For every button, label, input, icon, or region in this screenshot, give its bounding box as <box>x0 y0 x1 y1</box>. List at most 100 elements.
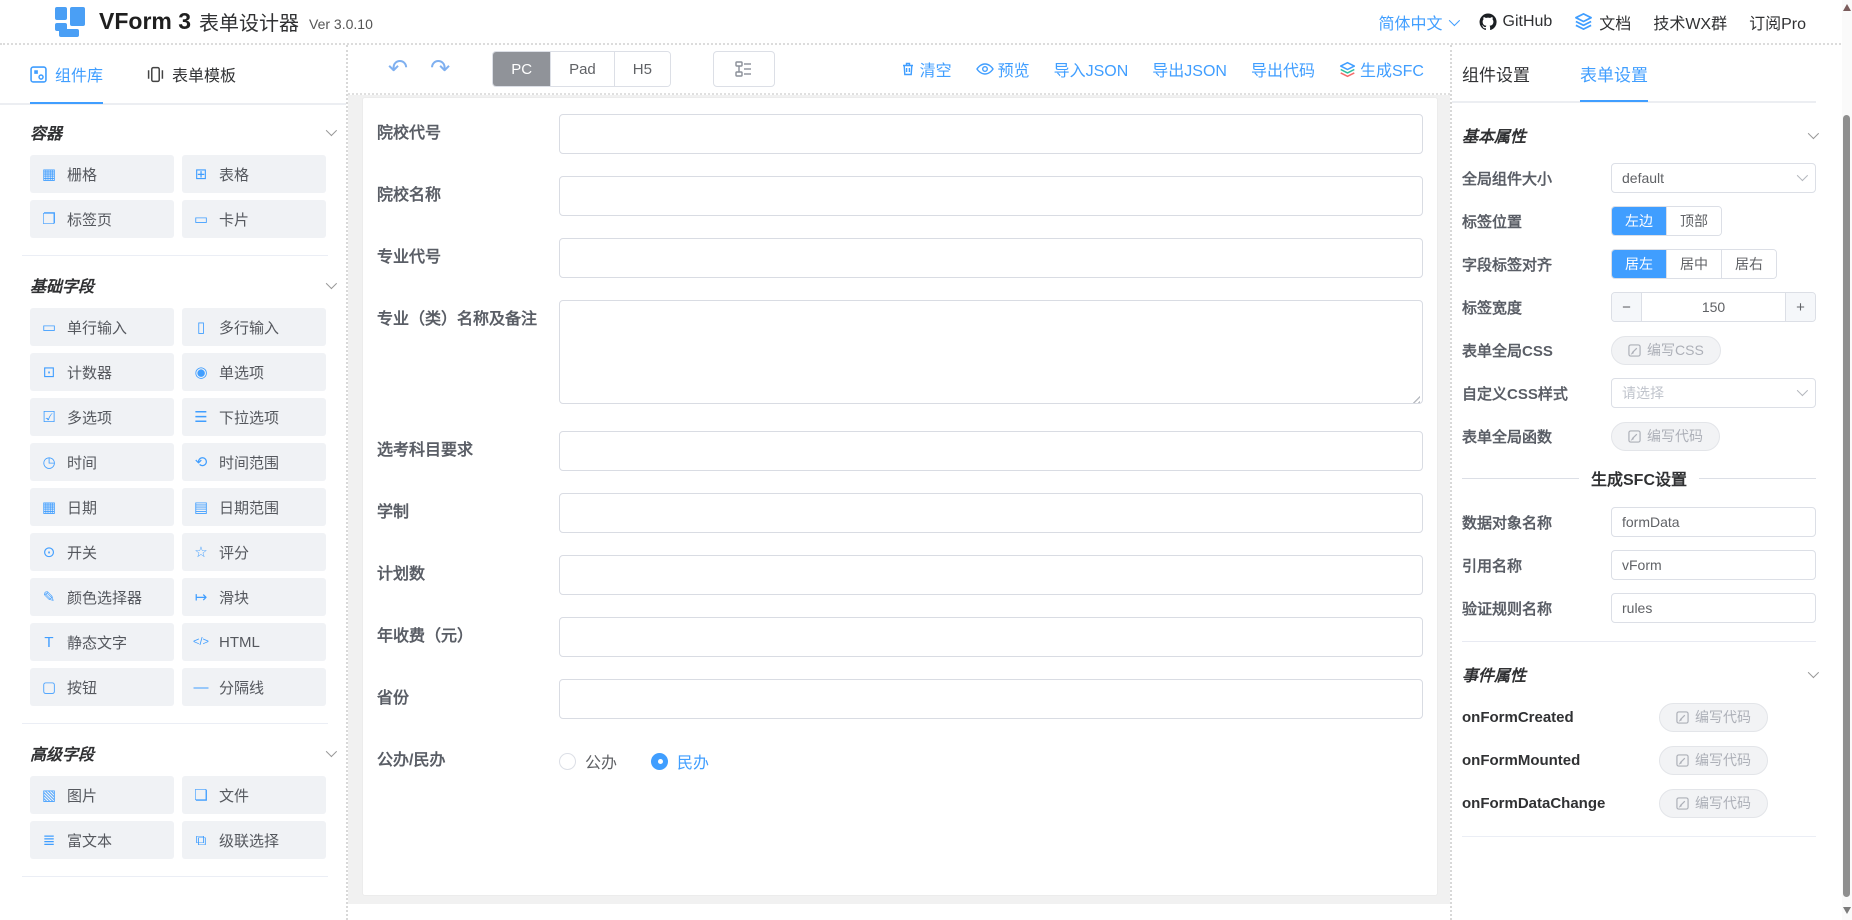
radio-option-public[interactable]: 公办 <box>559 749 617 773</box>
school-name-input[interactable] <box>559 176 1423 216</box>
sidebar-item-slider[interactable]: ↦滑块 <box>182 578 326 616</box>
export-json-button[interactable]: 导出JSON <box>1152 57 1227 81</box>
form-field-school-name[interactable]: 院校名称 <box>371 176 1423 216</box>
scrollbar-thumb[interactable] <box>1843 115 1850 897</box>
sidebar-item-switch[interactable]: ⊙开关 <box>30 533 174 571</box>
form-widget-card[interactable]: 院校代号 院校名称 专业代号 专业（类）名称及备注 <box>362 97 1438 896</box>
edit-icon <box>1676 797 1689 810</box>
write-function-button[interactable]: 编写代码 <box>1611 422 1720 451</box>
form-field-public-private[interactable]: 公办/民办 公办 民办 <box>371 741 1423 781</box>
device-mode-pc[interactable]: PC <box>493 52 550 86</box>
sidebar-item-color-picker[interactable]: ✎颜色选择器 <box>30 578 174 616</box>
form-field-major-name-remarks[interactable]: 专业（类）名称及备注 <box>371 300 1423 409</box>
label-align-left[interactable]: 居左 <box>1612 250 1666 278</box>
form-field-province[interactable]: 省份 <box>371 679 1423 719</box>
item-label: 栅格 <box>67 164 97 185</box>
scrollbar-up-arrow-icon[interactable] <box>1843 4 1851 11</box>
github-link[interactable]: GitHub <box>1479 13 1553 31</box>
sidebar-item-html[interactable]: </>HTML <box>182 623 326 661</box>
annual-fee-input[interactable] <box>559 617 1423 657</box>
radio-option-private[interactable]: 民办 <box>651 749 709 773</box>
onformdatachange-edit-button[interactable]: 编写代码 <box>1659 789 1768 818</box>
sidebar-item-radio[interactable]: ◉单选项 <box>182 353 326 391</box>
subject-requirements-input[interactable] <box>559 431 1423 471</box>
node-tree-button[interactable] <box>713 51 775 87</box>
tab-form-templates[interactable]: 表单模板 <box>147 46 236 104</box>
write-css-button[interactable]: 编写CSS <box>1611 336 1721 365</box>
generate-sfc-button[interactable]: 生成SFC <box>1339 57 1424 81</box>
label-position-left[interactable]: 左边 <box>1612 207 1666 235</box>
import-json-button[interactable]: 导入JSON <box>1054 57 1129 81</box>
sidebar-item-cascader[interactable]: ⧉级联选择 <box>182 821 326 859</box>
increase-button[interactable]: + <box>1785 293 1815 321</box>
collapse-chevron-icon[interactable] <box>326 278 337 289</box>
sidebar-item-checkbox[interactable]: ☑多选项 <box>30 398 174 436</box>
sidebar-item-time[interactable]: ◷时间 <box>30 443 174 481</box>
label-width-value[interactable]: 150 <box>1642 293 1785 321</box>
form-field-study-years[interactable]: 学制 <box>371 493 1423 533</box>
sidebar-item-counter[interactable]: ⊡计数器 <box>30 353 174 391</box>
sidebar-item-table[interactable]: ⊞表格 <box>182 155 326 193</box>
tab-form-settings[interactable]: 表单设置 <box>1580 46 1648 102</box>
preview-button[interactable]: 预览 <box>976 57 1030 81</box>
scrollbar-down-arrow-icon[interactable] <box>1843 907 1851 914</box>
school-code-input[interactable] <box>559 114 1423 154</box>
sidebar-item-time-range[interactable]: ⟲时间范围 <box>182 443 326 481</box>
rules-name-input[interactable] <box>1611 593 1816 623</box>
device-mode-pad[interactable]: Pad <box>550 52 614 86</box>
language-selector[interactable]: 简体中文 <box>1378 10 1456 34</box>
sidebar-item-button[interactable]: ▢按钮 <box>30 668 174 706</box>
collapse-chevron-icon[interactable] <box>326 746 337 757</box>
custom-css-select[interactable]: 请选择 <box>1611 378 1816 408</box>
label-position-top[interactable]: 顶部 <box>1666 207 1721 235</box>
plan-count-input[interactable] <box>559 555 1423 595</box>
sidebar-item-select[interactable]: ☰下拉选项 <box>182 398 326 436</box>
vform-designer-app: VForm 3 表单设计器 Ver 3.0.10 简体中文 GitHub 文档 … <box>0 0 1852 920</box>
form-field-subject-requirements[interactable]: 选考科目要求 <box>371 431 1423 471</box>
sidebar-item-rating[interactable]: ☆评分 <box>182 533 326 571</box>
page-scrollbar[interactable] <box>1842 0 1852 920</box>
collapse-chevron-icon[interactable] <box>326 125 337 136</box>
sidebar-item-rich-text[interactable]: ≣富文本 <box>30 821 174 859</box>
form-canvas[interactable]: 院校代号 院校名称 专业代号 专业（类）名称及备注 <box>348 95 1450 904</box>
form-field-plan-count[interactable]: 计划数 <box>371 555 1423 595</box>
form-field-annual-fee[interactable]: 年收费（元） <box>371 617 1423 657</box>
major-name-remarks-textarea[interactable] <box>559 300 1423 404</box>
decrease-button[interactable]: − <box>1612 293 1642 321</box>
major-code-input[interactable] <box>559 238 1423 278</box>
sidebar-item-picture[interactable]: ▧图片 <box>30 776 174 814</box>
collapse-chevron-icon[interactable] <box>1808 128 1819 139</box>
form-field-major-code[interactable]: 专业代号 <box>371 238 1423 278</box>
tab-widget-library[interactable]: 组件库 <box>30 46 103 104</box>
subscribe-pro-link[interactable]: 订阅Pro <box>1749 10 1806 34</box>
sidebar-item-card[interactable]: ▭卡片 <box>182 200 326 238</box>
global-size-select[interactable]: default <box>1611 163 1816 193</box>
label-align-center[interactable]: 居中 <box>1666 250 1721 278</box>
collapse-chevron-icon[interactable] <box>1808 667 1819 678</box>
redo-button[interactable]: ↷ <box>424 57 456 81</box>
export-code-button[interactable]: 导出代码 <box>1251 57 1315 81</box>
form-field-school-code[interactable]: 院校代号 <box>371 114 1423 154</box>
onformmounted-edit-button[interactable]: 编写代码 <box>1659 746 1768 775</box>
ref-name-input[interactable] <box>1611 550 1816 580</box>
sidebar-item-file[interactable]: ❏文件 <box>182 776 326 814</box>
label-align-right[interactable]: 居右 <box>1721 250 1776 278</box>
sidebar-item-divider[interactable]: —分隔线 <box>182 668 326 706</box>
study-years-input[interactable] <box>559 493 1423 533</box>
onformcreated-edit-button[interactable]: 编写代码 <box>1659 703 1768 732</box>
sidebar-item-grid[interactable]: ▦栅格 <box>30 155 174 193</box>
wechat-group-link[interactable]: 技术WX群 <box>1653 10 1727 34</box>
sidebar-item-single-line-input[interactable]: ▭单行输入 <box>30 308 174 346</box>
sidebar-item-multi-line-input[interactable]: ▯多行输入 <box>182 308 326 346</box>
data-object-name-input[interactable] <box>1611 507 1816 537</box>
tab-widget-settings[interactable]: 组件设置 <box>1462 46 1530 102</box>
clear-button[interactable]: 清空 <box>900 57 952 81</box>
sidebar-item-static-text[interactable]: T静态文字 <box>30 623 174 661</box>
undo-button[interactable]: ↶ <box>382 57 414 81</box>
device-mode-h5[interactable]: H5 <box>614 52 670 86</box>
sidebar-item-date-range[interactable]: ▤日期范围 <box>182 488 326 526</box>
sidebar-item-date[interactable]: ▦日期 <box>30 488 174 526</box>
sidebar-item-tab-page[interactable]: ❐标签页 <box>30 200 174 238</box>
docs-link[interactable]: 文档 <box>1574 10 1631 34</box>
province-input[interactable] <box>559 679 1423 719</box>
